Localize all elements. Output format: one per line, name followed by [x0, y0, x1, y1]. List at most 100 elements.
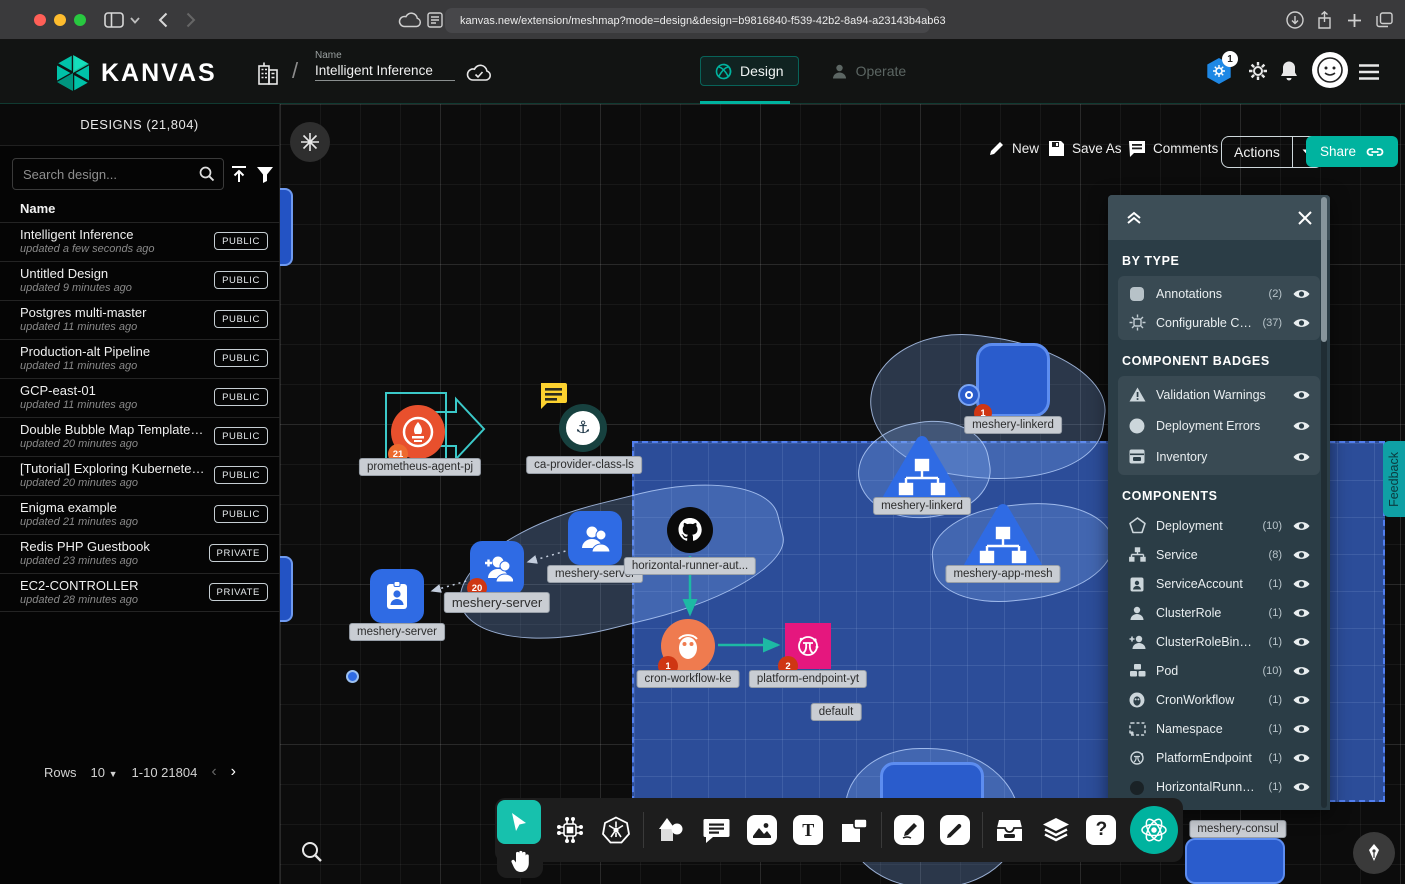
component-item[interactable]: Pod (10) — [1118, 656, 1320, 685]
edit-pen-tool[interactable] — [886, 815, 932, 845]
icloud-icon[interactable] — [398, 12, 422, 28]
layers-tool[interactable] — [1033, 817, 1079, 843]
downloads-icon[interactable] — [1286, 11, 1304, 29]
meshery-extension-button[interactable] — [1124, 806, 1183, 854]
kubernetes-tool[interactable] — [593, 816, 639, 844]
back-button[interactable] — [158, 12, 168, 28]
snowflake-button[interactable] — [290, 122, 330, 162]
by-type-item[interactable]: Annotations (2) — [1118, 279, 1320, 308]
comment-annotation-icon[interactable] — [538, 382, 568, 410]
visibility-eye-icon[interactable] — [1292, 546, 1310, 564]
zoom-button[interactable] — [300, 840, 324, 864]
comments-button[interactable]: Comments — [1128, 140, 1218, 157]
design-row[interactable]: [Tutorial] Exploring Kubernetes Podupdat… — [0, 456, 280, 495]
visibility-eye-icon[interactable] — [1292, 604, 1310, 622]
close-window-button[interactable] — [34, 14, 46, 26]
collapse-up-icon[interactable] — [1126, 211, 1142, 225]
horizontal-runner-node[interactable] — [667, 507, 713, 553]
tab-operate[interactable]: Operate — [817, 56, 921, 86]
sidebar-chevron-icon[interactable] — [130, 17, 140, 24]
new-tab-icon[interactable] — [1347, 13, 1362, 28]
forward-button[interactable] — [186, 12, 196, 28]
meshery-server-serviceaccount-node[interactable] — [370, 569, 424, 623]
component-item[interactable]: PlatformEndpoint (1) — [1118, 743, 1320, 772]
components-tool[interactable] — [547, 817, 593, 843]
pen-mode-button[interactable] — [1353, 832, 1395, 874]
zoom-window-button[interactable] — [74, 14, 86, 26]
design-row[interactable]: Redis PHP Guestbookupdated 23 minutes ag… — [0, 534, 280, 573]
tab-overview-icon[interactable] — [1376, 12, 1393, 28]
reader-icon[interactable] — [427, 12, 443, 28]
component-item[interactable]: Deployment (10) — [1118, 511, 1320, 540]
visibility-eye-icon[interactable] — [1292, 386, 1310, 404]
component-item[interactable]: ClusterRoleBinding (1) — [1118, 627, 1320, 656]
draw-pencil-tool[interactable] — [932, 815, 978, 845]
new-button[interactable]: New — [988, 140, 1039, 157]
feedback-tab[interactable]: Feedback — [1383, 441, 1405, 517]
name-column-header[interactable]: Name — [20, 201, 55, 216]
save-as-button[interactable]: Save As — [1048, 140, 1122, 157]
visibility-eye-icon[interactable] — [1292, 633, 1310, 651]
help-tool[interactable]: ? — [1079, 815, 1125, 845]
component-item[interactable]: ServiceAccount (1) — [1118, 569, 1320, 598]
pan-tool[interactable] — [497, 844, 543, 878]
component-item[interactable]: ClusterRole (1) — [1118, 598, 1320, 627]
component-item[interactable]: CronWorkflow (1) — [1118, 685, 1320, 714]
selection-handle[interactable] — [346, 670, 359, 683]
settings-gear-icon[interactable] — [1247, 60, 1269, 82]
design-row[interactable]: Postgres multi-masterupdated 11 minutes … — [0, 300, 280, 339]
visibility-eye-icon[interactable] — [1292, 314, 1310, 332]
design-row[interactable]: Untitled Designupdated 9 minutes agoPUBL… — [0, 261, 280, 300]
badge-toggle-item[interactable]: Validation Warnings — [1118, 379, 1320, 410]
visibility-eye-icon[interactable] — [1292, 417, 1310, 435]
shape-tool[interactable] — [831, 818, 877, 843]
visibility-eye-icon[interactable] — [1292, 517, 1310, 535]
ca-provider-node[interactable]: ⚓ — [559, 404, 607, 452]
minimize-window-button[interactable] — [54, 14, 66, 26]
extension-status[interactable]: 1 — [1206, 58, 1232, 84]
select-tool[interactable] — [497, 800, 541, 844]
design-row[interactable]: GCP-east-01updated 11 minutes agoPUBLIC — [0, 378, 280, 417]
visibility-eye-icon[interactable] — [1292, 448, 1310, 466]
import-icon[interactable] — [230, 165, 248, 183]
rows-per-page-select[interactable]: 10 ▼ — [91, 765, 118, 780]
component-item[interactable]: Service (8) — [1118, 540, 1320, 569]
search-input[interactable] — [21, 166, 193, 183]
hamburger-menu-icon[interactable] — [1358, 64, 1380, 80]
workspace-icon[interactable] — [256, 60, 280, 86]
next-page-button[interactable]: › — [231, 763, 236, 781]
component-item[interactable]: Namespace (1) — [1118, 714, 1320, 743]
design-name-input[interactable] — [315, 61, 455, 81]
close-icon[interactable] — [1298, 211, 1312, 225]
prev-page-button[interactable]: ‹ — [211, 763, 216, 781]
user-avatar[interactable] — [1312, 52, 1348, 88]
url-bar[interactable]: kanvas.new/extension/meshmap?mode=design… — [445, 8, 930, 33]
meshery-server-clusterrole-node[interactable] — [568, 511, 622, 565]
panel-scrollbar[interactable] — [1321, 197, 1327, 808]
component-item[interactable]: HorizontalRunnerAutosc (1) — [1118, 772, 1320, 801]
search-icon[interactable] — [199, 166, 215, 182]
panel-scrollbar-thumb[interactable] — [1321, 197, 1327, 342]
design-row[interactable]: Production-alt Pipelineupdated 11 minute… — [0, 339, 280, 378]
by-type-item[interactable]: Configurable Components (37) — [1118, 308, 1320, 337]
design-row[interactable]: EC2-CONTROLLERupdated 28 minutes agoPRIV… — [0, 573, 280, 612]
drawer-tool[interactable] — [987, 819, 1033, 842]
share-page-icon[interactable] — [1317, 11, 1332, 29]
share-button[interactable]: Share — [1306, 136, 1398, 167]
tab-design[interactable]: Design — [700, 56, 799, 86]
sidebar-toggle-icon[interactable] — [104, 12, 124, 28]
image-tool[interactable] — [739, 815, 785, 845]
notifications-bell-icon[interactable] — [1279, 60, 1299, 82]
design-row[interactable]: Intelligent Inferenceupdated a few secon… — [0, 222, 280, 261]
comment-tool[interactable] — [694, 818, 740, 843]
visibility-eye-icon[interactable] — [1292, 662, 1310, 680]
visibility-eye-icon[interactable] — [1292, 575, 1310, 593]
badge-toggle-item[interactable]: Deployment Errors — [1118, 410, 1320, 441]
visibility-eye-icon[interactable] — [1292, 285, 1310, 303]
kanvas-logo[interactable]: KANVAS — [55, 54, 217, 92]
visibility-eye-icon[interactable] — [1292, 720, 1310, 738]
text-tool[interactable]: T — [785, 815, 831, 845]
design-row[interactable]: Double Bubble Map Template-copyupdated 2… — [0, 417, 280, 456]
filter-icon[interactable] — [256, 166, 274, 183]
design-row[interactable]: Enigma exampleupdated 21 minutes agoPUBL… — [0, 495, 280, 534]
